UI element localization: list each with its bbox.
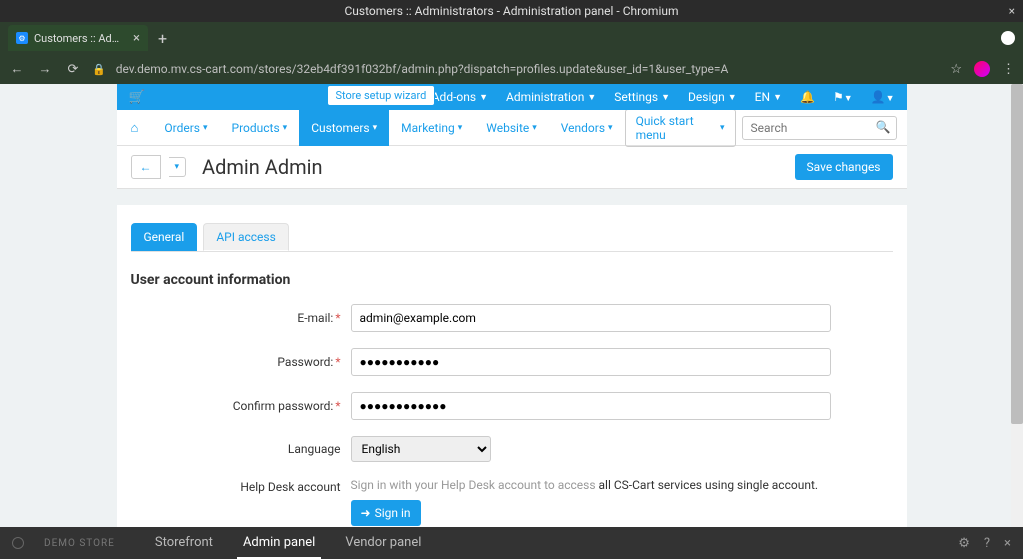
page-viewport: 🛒 Store setup wizard Add-ons▼ Administra… [0,84,1023,539]
row-confirm-password: Confirm password:* [131,392,893,420]
nav-home-icon[interactable]: ⌂ [117,120,153,136]
back-nav-button[interactable]: ← [131,155,161,179]
confirm-password-input[interactable] [351,392,831,420]
user-menu-icon[interactable]: 👤▼ [871,90,895,104]
helpdesk-text: Sign in with your Help Desk account to a… [351,478,831,492]
caret-down-icon: ▾ [720,123,725,133]
caret-down-icon: ▼ [886,94,895,104]
lock-icon: 🔒 [92,63,106,76]
tab-general[interactable]: General [131,223,198,251]
search-input[interactable] [742,116,897,140]
back-dropdown-button[interactable]: ▾ [169,157,187,177]
brand-text: DEMO STORE [44,538,115,549]
bookmark-star-icon[interactable]: ☆ [950,62,962,77]
tab-favicon-icon: ⚙ [16,32,28,44]
nav-orders[interactable]: Orders▾ [152,110,219,146]
brand-logo-icon [12,537,24,549]
window-titlebar: Customers :: Administrators - Administra… [0,0,1023,22]
flag-icon[interactable]: ⚑▼ [833,90,853,104]
store-setup-wizard-button[interactable]: Store setup wizard [327,85,436,106]
notifications-bell-icon[interactable]: 🔔 [800,90,815,104]
bottom-bar: DEMO STORE Storefront Admin panel Vendor… [0,527,1023,559]
password-label: Password:* [131,355,351,369]
bottom-gear-icon[interactable]: ⚙ [958,536,970,551]
save-changes-button[interactable]: Save changes [795,154,893,180]
nav-vendors[interactable]: Vendors▾ [549,110,625,146]
nav-customers[interactable]: Customers▾ [299,110,389,146]
topmenu-design[interactable]: Design▼ [688,90,737,104]
page-title: Admin Admin [202,155,323,179]
signin-icon: ➜ [361,506,371,520]
bottom-vendor-panel[interactable]: Vendor panel [339,528,427,559]
caret-down-icon: ▾ [608,123,613,133]
row-helpdesk: Help Desk account Sign in with your Help… [131,478,893,526]
caret-down-icon: ▼ [773,92,782,103]
caret-down-icon: ▾ [458,123,463,133]
bottom-admin-panel[interactable]: Admin panel [237,528,321,559]
language-select[interactable]: English [351,436,491,462]
bottom-help-icon[interactable]: ? [984,536,990,551]
helpdesk-label: Help Desk account [131,478,351,494]
topmenu-language[interactable]: EN▼ [755,90,782,104]
search-box: 🔍 [742,116,897,140]
password-input[interactable] [351,348,831,376]
caret-down-icon: ▼ [661,92,670,103]
caret-down-icon: ▾ [532,123,537,133]
browser-urlbar: ← → ⟳ 🔒 dev.demo.mv.cs-cart.com/stores/3… [0,54,1023,84]
row-email: E-mail:* [131,304,893,332]
window-title: Customers :: Administrators - Administra… [344,4,678,18]
caret-down-icon: ▼ [587,92,596,103]
caret-down-icon: ▼ [844,94,853,104]
content-tabs: General API access [131,223,893,252]
search-icon[interactable]: 🔍 [876,120,891,134]
nav-marketing[interactable]: Marketing▾ [389,110,474,146]
tab-api-access[interactable]: API access [203,223,288,251]
confirm-password-label: Confirm password:* [131,399,351,413]
caret-down-icon: ▼ [479,92,488,103]
scrollbar-thumb[interactable] [1011,84,1023,424]
topmenu-administration[interactable]: Administration▼ [506,90,596,104]
admin-topbar: 🛒 Store setup wizard Add-ons▼ Administra… [117,84,907,110]
reload-button[interactable]: ⟳ [64,62,82,77]
back-button[interactable]: ← [8,61,26,77]
admin-navbar: ⌂ Orders▾ Products▾ Customers▾ Marketing… [117,110,907,146]
tab-title: Customers :: Administrato [34,32,127,45]
section-account-title: User account information [131,272,893,288]
browser-tab[interactable]: ⚙ Customers :: Administrato × [8,25,148,51]
email-input[interactable] [351,304,831,332]
url-text[interactable]: dev.demo.mv.cs-cart.com/stores/32eb4df39… [116,62,941,76]
browser-menu-icon[interactable]: ⋮ [1002,62,1015,77]
user-avatar-icon[interactable] [974,61,990,77]
nav-products[interactable]: Products▾ [220,110,300,146]
row-language: Language English [131,436,893,462]
caret-down-icon: ▾ [283,123,288,133]
bottom-storefront[interactable]: Storefront [149,528,219,559]
profile-indicator-icon[interactable] [1001,31,1015,45]
row-password: Password:* [131,348,893,376]
topmenu-settings[interactable]: Settings▼ [614,90,670,104]
quick-start-menu[interactable]: Quick start menu▾ [625,109,736,147]
page-header: ← ▾ Admin Admin Save changes [117,146,907,189]
window-close-icon[interactable]: × [1009,4,1015,18]
cart-icon[interactable]: 🛒 [129,90,145,105]
caret-down-icon: ▾ [203,123,208,133]
nav-website[interactable]: Website▾ [474,110,549,146]
caret-down-icon: ▼ [728,92,737,103]
caret-down-icon: ▾ [373,123,378,133]
content-card: General API access User account informat… [117,205,907,539]
bottom-close-icon[interactable]: × [1004,536,1011,551]
new-tab-button[interactable]: + [158,29,167,48]
topmenu-addons[interactable]: Add-ons▼ [432,90,488,104]
language-label: Language [131,442,351,456]
helpdesk-signin-button[interactable]: ➜Sign in [351,500,421,526]
forward-button[interactable]: → [36,61,54,77]
browser-tabstrip: ⚙ Customers :: Administrato × + [0,22,1023,54]
email-label: E-mail:* [131,311,351,325]
tab-close-icon[interactable]: × [133,31,140,46]
